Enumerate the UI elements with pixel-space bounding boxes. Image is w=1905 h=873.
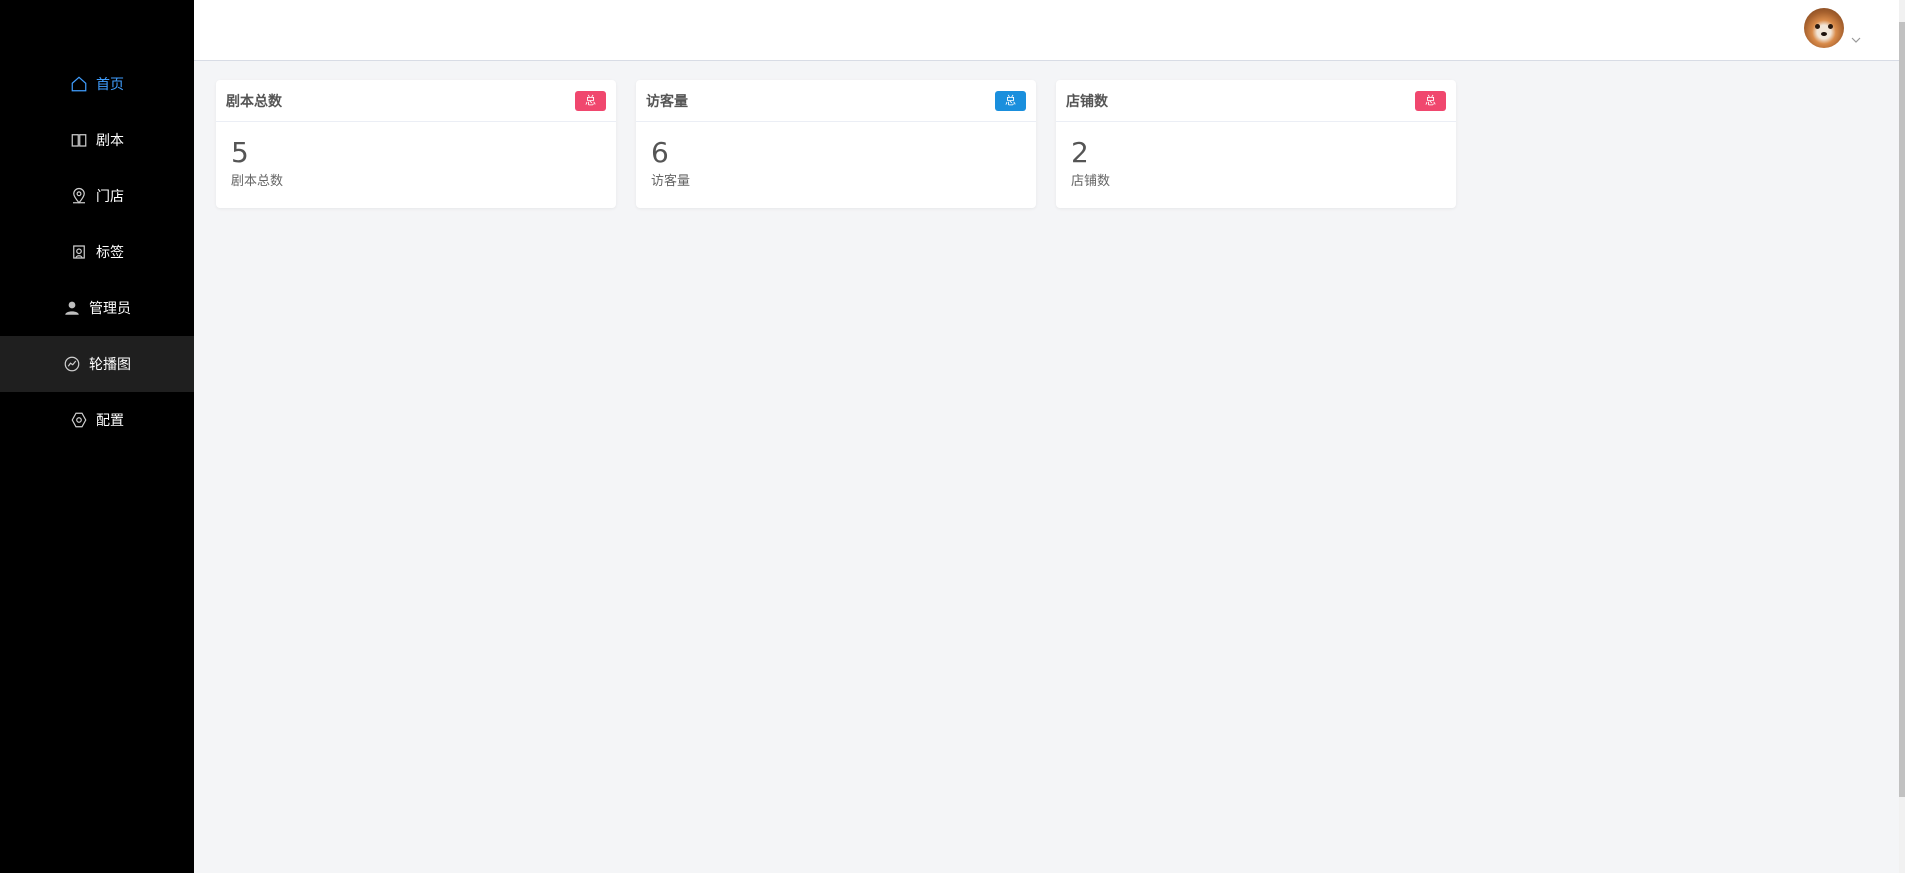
sidebar-item-tags[interactable]: 标签: [0, 224, 194, 280]
card-subtitle: 店铺数: [1071, 174, 1111, 189]
total-badge: 总: [575, 90, 606, 111]
book-icon: [70, 131, 88, 149]
card-subtitle: 剧本总数: [231, 174, 284, 189]
sidebar-item-carousel[interactable]: 轮播图: [0, 336, 194, 392]
sidebar-item-label: 首页: [96, 77, 124, 93]
total-badge: 总: [1415, 90, 1446, 111]
tag-icon: [70, 243, 88, 261]
stat-card-visitors: 访客量 总 6 访客量: [636, 80, 1036, 208]
card-body: 6 访客量: [636, 122, 1036, 205]
gear-icon: [70, 411, 88, 429]
card-title: 访客量: [646, 93, 688, 110]
sidebar-item-label: 剧本: [96, 133, 124, 149]
sidebar-item-label: 轮播图: [89, 357, 131, 373]
card-value: 6: [651, 136, 669, 169]
card-title: 店铺数: [1066, 93, 1108, 110]
sidebar: 首页 剧本 门店 标签 管理员 轮播图 配置: [0, 0, 194, 873]
card-body: 5 剧本总数: [216, 122, 616, 205]
card-value: 5: [231, 136, 249, 169]
top-header: [194, 0, 1899, 61]
sidebar-item-home[interactable]: 首页: [0, 56, 194, 112]
user-menu-trigger[interactable]: [1804, 8, 1862, 48]
chart-icon: [63, 355, 81, 373]
sidebar-item-scripts[interactable]: 剧本: [0, 112, 194, 168]
home-icon: [70, 75, 88, 93]
sidebar-item-label: 配置: [96, 413, 124, 429]
sidebar-item-label: 标签: [96, 245, 124, 261]
scrollbar-thumb[interactable]: [1899, 22, 1905, 797]
vertical-scrollbar[interactable]: [1899, 0, 1905, 873]
total-badge: 总: [995, 90, 1026, 111]
sidebar-item-stores[interactable]: 门店: [0, 168, 194, 224]
user-icon: [63, 299, 81, 317]
app-root: 首页 剧本 门店 标签 管理员 轮播图 配置 剧本总数 总 5 剧本总数 访客量…: [0, 0, 1905, 873]
stat-card-scripts: 剧本总数 总 5 剧本总数: [216, 80, 616, 208]
card-header: 店铺数 总: [1056, 80, 1456, 122]
sidebar-item-settings[interactable]: 配置: [0, 392, 194, 448]
dashboard-cards: 剧本总数 总 5 剧本总数 访客量 总 6 访客量 店铺数 总 2 店铺数: [216, 80, 1456, 208]
location-icon: [70, 187, 88, 205]
sidebar-item-label: 管理员: [89, 301, 131, 317]
chevron-down-icon: [1851, 37, 1861, 43]
card-subtitle: 访客量: [651, 174, 691, 189]
sidebar-item-label: 门店: [96, 189, 124, 205]
stat-card-shops: 店铺数 总 2 店铺数: [1056, 80, 1456, 208]
card-value: 2: [1071, 136, 1089, 169]
card-title: 剧本总数: [226, 93, 282, 110]
sidebar-item-admins[interactable]: 管理员: [0, 280, 194, 336]
card-header: 剧本总数 总: [216, 80, 616, 122]
card-header: 访客量 总: [636, 80, 1036, 122]
avatar[interactable]: [1804, 8, 1844, 48]
card-body: 2 店铺数: [1056, 122, 1456, 205]
